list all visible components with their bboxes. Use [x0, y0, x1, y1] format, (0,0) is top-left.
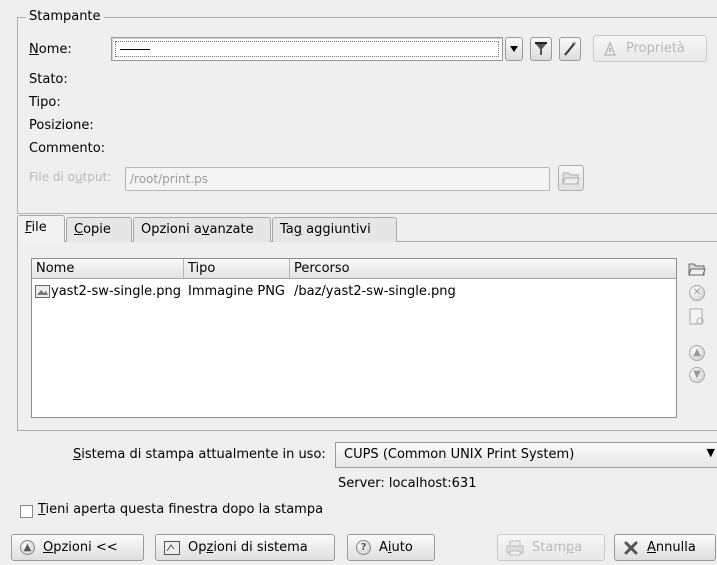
- print-system-value: CUPS (Common UNIX Print System): [344, 447, 575, 462]
- file-list-header: Nome Tipo Percorso: [32, 259, 676, 279]
- image-file-icon: [35, 285, 50, 298]
- keep-open-checkbox[interactable]: [20, 505, 33, 518]
- move-up-button[interactable]: ▲: [686, 342, 708, 364]
- options-toggle-button[interactable]: ▲ Opzioni <<: [11, 534, 144, 561]
- print-system-label: Sistema di stampa attualmente in uso:: [73, 447, 326, 462]
- printer-name-combobox[interactable]: [111, 37, 503, 61]
- remove-icon: ✕: [689, 285, 705, 301]
- print-label: Stampa: [532, 540, 583, 555]
- cancel-button[interactable]: Annulla: [614, 534, 716, 561]
- wizard-wand-icon: [564, 41, 577, 56]
- arrow-up-icon: ▲: [689, 345, 705, 361]
- cancel-label: Annulla: [647, 540, 696, 555]
- tab-file[interactable]: File: [17, 215, 65, 242]
- file-type: Immagine PNG: [188, 284, 285, 299]
- keep-open-label[interactable]: Tieni aperta questa finestra dopo la sta…: [38, 502, 323, 517]
- column-header-name[interactable]: Nome: [32, 259, 184, 279]
- help-label: Aiuto: [379, 540, 413, 555]
- document-view-icon: [689, 308, 704, 325]
- add-file-button[interactable]: [686, 258, 708, 280]
- status-label: Stato:: [29, 72, 68, 87]
- system-options-button[interactable]: Opzioni di sistema: [155, 534, 335, 561]
- funnel-icon: [535, 42, 547, 55]
- remove-file-button[interactable]: ✕: [686, 282, 708, 304]
- printer-wizard-button[interactable]: [559, 37, 581, 61]
- folder-open-icon: [688, 263, 706, 276]
- options-toggle-label: Opzioni <<: [43, 540, 118, 555]
- location-label: Posizione:: [29, 118, 94, 133]
- file-list[interactable]: Nome Tipo Percorso yast2-sw-single.png I…: [31, 258, 677, 418]
- properties-button-label: Proprietà: [626, 41, 685, 56]
- arrow-down-icon: ▼: [689, 367, 705, 383]
- type-label: Tipo:: [29, 95, 61, 110]
- help-icon: ?: [356, 540, 371, 555]
- file-name: yast2-sw-single.png: [51, 284, 181, 299]
- open-file-button[interactable]: [686, 306, 708, 328]
- chevron-down-icon: [510, 46, 518, 52]
- column-header-type[interactable]: Tipo: [184, 259, 290, 279]
- help-button[interactable]: ? Aiuto: [347, 534, 435, 561]
- output-file-input[interactable]: /root/print.ps: [125, 167, 550, 191]
- filter-printers-button[interactable]: [530, 37, 552, 61]
- system-options-label: Opzioni di sistema: [188, 540, 308, 555]
- printer-dropdown-button[interactable]: [505, 37, 523, 61]
- close-icon: [624, 541, 638, 554]
- properties-icon: [603, 40, 617, 56]
- properties-button[interactable]: Proprietà: [593, 35, 707, 62]
- file-path: /baz/yast2-sw-single.png: [294, 284, 456, 299]
- system-settings-icon: [164, 540, 180, 555]
- print-button[interactable]: Stampa: [497, 534, 605, 561]
- print-system-combobox[interactable]: CUPS (Common UNIX Print System) ▼: [335, 442, 717, 468]
- folder-open-icon: [562, 172, 580, 185]
- output-file-label: File di output:: [29, 170, 112, 184]
- arrow-up-icon: ▲: [20, 540, 35, 555]
- column-header-path[interactable]: Percorso: [290, 259, 676, 279]
- printer-group-title: Stampante: [26, 9, 104, 24]
- printer-name-label: Nome:: [29, 42, 72, 57]
- tab-advanced-options[interactable]: Opzioni avanzate: [133, 217, 271, 242]
- tab-additional-tags[interactable]: Tag aggiuntivi: [272, 217, 397, 242]
- move-down-button[interactable]: ▼: [686, 364, 708, 386]
- browse-output-file-button[interactable]: [558, 165, 584, 191]
- printer-icon: [506, 540, 524, 555]
- chevron-down-icon: ▼: [706, 446, 715, 459]
- file-row[interactable]: yast2-sw-single.png Immagine PNG /baz/ya…: [32, 283, 676, 301]
- tab-copies[interactable]: Copie: [66, 217, 132, 242]
- comment-label: Commento:: [29, 141, 106, 156]
- server-info: Server: localhost:631: [338, 476, 477, 491]
